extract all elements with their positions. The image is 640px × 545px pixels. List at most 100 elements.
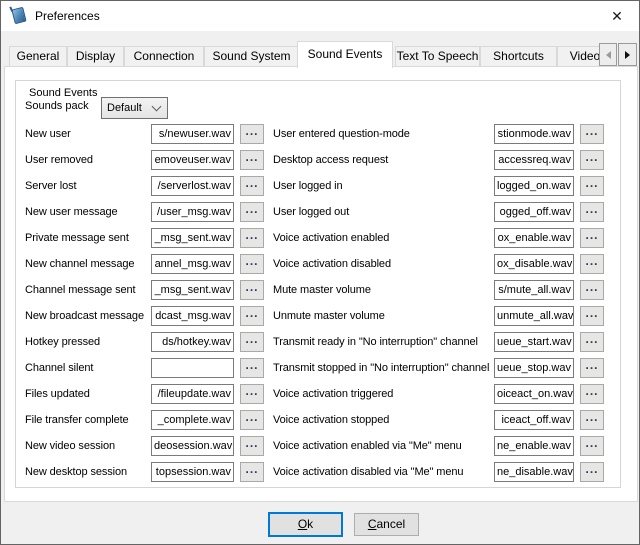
ok-button[interactable]: Ok — [268, 512, 343, 537]
browse-button[interactable]: ... — [240, 124, 264, 144]
tab-scroll-right-button[interactable] — [618, 43, 637, 66]
browse-button[interactable]: ... — [580, 384, 604, 404]
browse-button[interactable]: ... — [580, 124, 604, 144]
browse-button[interactable]: ... — [240, 332, 264, 352]
sound-file-input[interactable]: ogged_off.wav — [494, 202, 574, 222]
browse-button[interactable]: ... — [580, 332, 604, 352]
sound-event-label: User logged in — [273, 180, 494, 192]
browse-button[interactable]: ... — [240, 384, 264, 404]
sound-event-label: Unmute master volume — [273, 310, 494, 322]
sound-file-input[interactable]: accessreq.wav — [494, 150, 574, 170]
browse-button[interactable]: ... — [240, 228, 264, 248]
sound-file-input[interactable] — [151, 358, 234, 378]
browse-button[interactable]: ... — [240, 150, 264, 170]
sound-event-row: Voice activation enabled via "Me" menu n… — [273, 433, 604, 459]
browse-button[interactable]: ... — [580, 436, 604, 456]
sound-file-input[interactable]: ne_enable.wav — [494, 436, 574, 456]
browse-button[interactable]: ... — [580, 358, 604, 378]
tab-display[interactable]: Display — [67, 46, 124, 67]
sound-file-input[interactable]: ueue_start.wav — [494, 332, 574, 352]
sound-file-input[interactable]: ds/hotkey.wav — [151, 332, 234, 352]
sound-event-label: Channel silent — [25, 362, 151, 374]
sound-file-input[interactable]: s/newuser.wav — [151, 124, 234, 144]
sound-event-row: New channel message annel_msg.wav ... — [25, 251, 264, 277]
browse-button[interactable]: ... — [580, 202, 604, 222]
sound-file-input[interactable]: /user_msg.wav — [151, 202, 234, 222]
browse-button[interactable]: ... — [240, 202, 264, 222]
sound-file-input[interactable]: /serverlost.wav — [151, 176, 234, 196]
tab-shortcuts[interactable]: Shortcuts — [480, 46, 557, 67]
browse-button[interactable]: ... — [240, 176, 264, 196]
sound-event-label: Voice activation disabled via "Me" menu — [273, 466, 494, 478]
sound-file-input[interactable]: _complete.wav — [151, 410, 234, 430]
browse-button[interactable]: ... — [240, 306, 264, 326]
sound-file-input[interactable]: /fileupdate.wav — [151, 384, 234, 404]
sound-event-row: Transmit stopped in "No interruption" ch… — [273, 355, 604, 381]
cancel-button[interactable]: Cancel — [354, 513, 419, 536]
sound-event-row: User logged out ogged_off.wav ... — [273, 199, 604, 225]
sound-file-input[interactable]: ox_enable.wav — [494, 228, 574, 248]
sound-file-input[interactable]: ne_disable.wav — [494, 462, 574, 482]
sound-event-label: Server lost — [25, 180, 151, 192]
chevron-down-icon — [152, 102, 162, 112]
browse-button[interactable]: ... — [240, 436, 264, 456]
browse-button[interactable]: ... — [240, 358, 264, 378]
browse-button[interactable]: ... — [580, 150, 604, 170]
sound-event-row: Desktop access request accessreq.wav ... — [273, 147, 604, 173]
sound-event-label: Hotkey pressed — [25, 336, 151, 348]
tab-general[interactable]: General — [9, 46, 67, 67]
sound-file-input[interactable]: s/mute_all.wav — [494, 280, 574, 300]
tab-connection[interactable]: Connection — [124, 46, 204, 67]
sound-file-input[interactable]: stionmode.wav — [494, 124, 574, 144]
browse-button[interactable]: ... — [240, 280, 264, 300]
app-icon — [11, 7, 26, 24]
sound-event-label: File transfer complete — [25, 414, 151, 426]
sound-event-label: Mute master volume — [273, 284, 494, 296]
sound-event-label: New desktop session — [25, 466, 151, 478]
sound-file-input[interactable]: iceact_off.wav — [494, 410, 574, 430]
close-icon[interactable]: ✕ — [607, 7, 627, 25]
sound-file-input[interactable]: oiceact_on.wav — [494, 384, 574, 404]
sound-event-label: User logged out — [273, 206, 494, 218]
browse-button[interactable]: ... — [580, 462, 604, 482]
sound-event-row: Mute master volume s/mute_all.wav ... — [273, 277, 604, 303]
sound-event-row: Voice activation stopped iceact_off.wav … — [273, 407, 604, 433]
sound-file-input[interactable]: _msg_sent.wav — [151, 280, 234, 300]
sound-file-input[interactable]: ox_disable.wav — [494, 254, 574, 274]
browse-button[interactable]: ... — [240, 462, 264, 482]
browse-button[interactable]: ... — [240, 254, 264, 274]
browse-button[interactable]: ... — [240, 410, 264, 430]
sound-file-input[interactable]: _msg_sent.wav — [151, 228, 234, 248]
browse-button[interactable]: ... — [580, 410, 604, 430]
sound-file-input[interactable]: emoveuser.wav — [151, 150, 234, 170]
sound-event-row: New user s/newuser.wav ... — [25, 121, 264, 147]
sound-event-label: New user — [25, 128, 151, 140]
tab-scroll-left-button[interactable] — [599, 43, 617, 66]
sound-event-row: Server lost /serverlost.wav ... — [25, 173, 264, 199]
browse-button[interactable]: ... — [580, 306, 604, 326]
sound-file-input[interactable]: deosession.wav — [151, 436, 234, 456]
sound-file-input[interactable]: annel_msg.wav — [151, 254, 234, 274]
sound-file-input[interactable]: logged_on.wav — [494, 176, 574, 196]
sound-events-left-column: New user s/newuser.wav ... User removed … — [25, 121, 264, 485]
sound-file-input[interactable]: ueue_stop.wav — [494, 358, 574, 378]
tab-text-to-speech[interactable]: Text To Speech — [395, 46, 480, 67]
browse-button[interactable]: ... — [580, 280, 604, 300]
sound-events-page: Sound Events Sounds pack Default New use… — [4, 66, 638, 502]
titlebar[interactable]: Preferences ✕ — [1, 1, 639, 31]
browse-button[interactable]: ... — [580, 176, 604, 196]
sound-file-input[interactable]: unmute_all.wav — [494, 306, 574, 326]
sound-event-label: Private message sent — [25, 232, 151, 244]
sound-file-input[interactable]: topsession.wav — [151, 462, 234, 482]
browse-button[interactable]: ... — [580, 254, 604, 274]
sound-event-label: Voice activation triggered — [273, 388, 494, 400]
sound-file-input[interactable]: dcast_msg.wav — [151, 306, 234, 326]
sound-event-row: Unmute master volume unmute_all.wav ... — [273, 303, 604, 329]
sounds-pack-dropdown[interactable]: Default — [101, 97, 168, 119]
tab-sound-events[interactable]: Sound Events — [297, 41, 393, 68]
sounds-pack-label: Sounds pack — [25, 100, 89, 112]
tab-sound-system[interactable]: Sound System — [204, 46, 299, 67]
sound-event-label: Voice activation enabled via "Me" menu — [273, 440, 494, 452]
browse-button[interactable]: ... — [580, 228, 604, 248]
sound-event-label: New channel message — [25, 258, 151, 270]
